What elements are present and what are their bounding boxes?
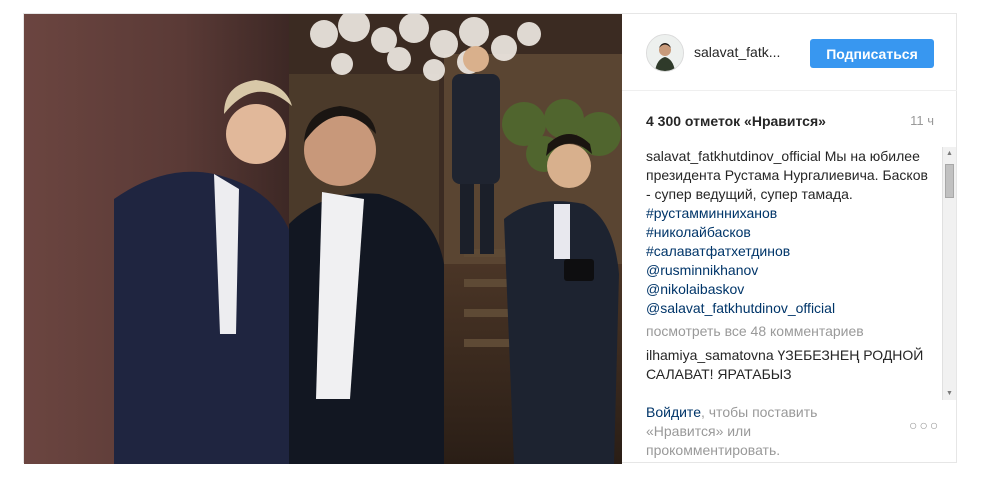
post-header: salavat_fatk... Подписаться (622, 14, 957, 91)
post-photo[interactable] (24, 14, 622, 464)
follow-button[interactable]: Подписаться (810, 39, 934, 68)
comment-item: ilhamiya_samatovna ҮЗЕБЕЗНЕҢ РОДНОЙ САЛА… (646, 346, 936, 384)
view-all-comments-link[interactable]: посмотреть все 48 комментариев (646, 322, 936, 341)
caption: salavat_fatkhutdinov_official Мы на юбил… (646, 147, 936, 318)
likes-row: 4 300 отметок «Нравится» 11 ч (646, 113, 934, 131)
ellipsis-icon[interactable]: ○○○ (909, 417, 940, 433)
scrollbar-thumb[interactable] (945, 164, 954, 198)
photo-image (24, 14, 622, 464)
mention-link[interactable]: @nikolaibaskov (646, 280, 936, 299)
hashtag-link[interactable]: #салаватфатхетдинов (646, 242, 936, 261)
post-sidebar: salavat_fatk... Подписаться 4 300 отмето… (622, 14, 957, 464)
scroll-up-arrow-icon[interactable]: ▲ (943, 147, 956, 160)
post-footer: Войдите, чтобы поставить «Нравится» или … (622, 400, 957, 464)
comment-author-link[interactable]: ilhamiya_samatovna (646, 347, 774, 363)
login-prompt: Войдите, чтобы поставить «Нравится» или … (646, 403, 856, 460)
post-card: salavat_fatk... Подписаться 4 300 отмето… (23, 13, 957, 464)
username-link[interactable]: salavat_fatk... (694, 44, 780, 60)
scroll-down-arrow-icon[interactable]: ▼ (943, 387, 956, 400)
mention-link[interactable]: @salavat_fatkhutdinov_official (646, 299, 936, 318)
caption-author-link[interactable]: salavat_fatkhutdinov_official (646, 148, 821, 164)
comments-scrollbar[interactable]: ▲ ▼ (942, 147, 956, 400)
hashtag-link[interactable]: #рустамминниханов (646, 204, 936, 223)
mention-link[interactable]: @rusminnikhanov (646, 261, 936, 280)
post-time[interactable]: 11 ч (910, 113, 934, 128)
login-link[interactable]: Войдите (646, 404, 701, 420)
likes-count[interactable]: 4 300 отметок «Нравится» (646, 113, 826, 129)
hashtag-link[interactable]: #николайбасков (646, 223, 936, 242)
avatar[interactable] (646, 34, 684, 72)
comments-list[interactable]: salavat_fatkhutdinov_official Мы на юбил… (646, 147, 936, 400)
